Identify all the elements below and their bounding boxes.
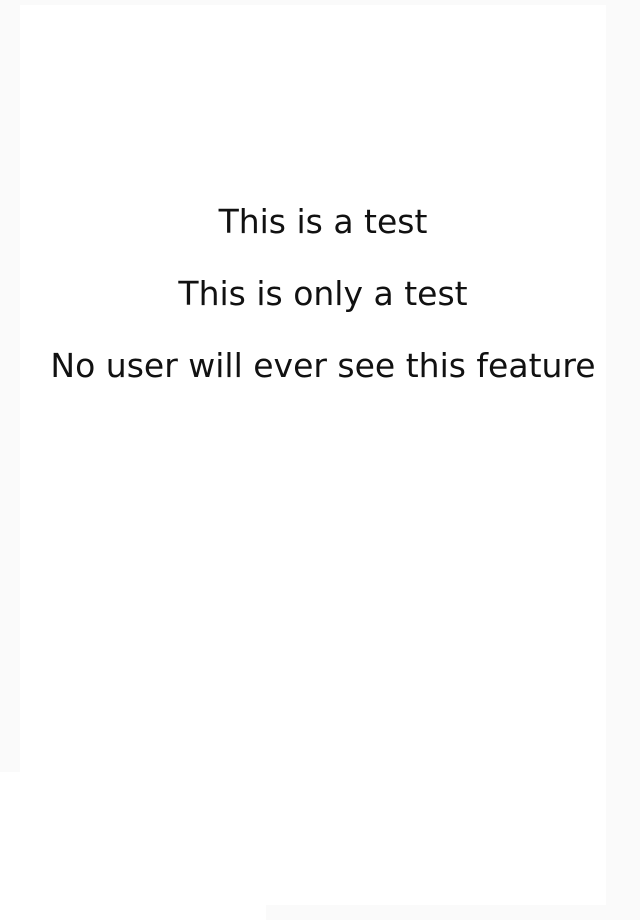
message-line-3: No user will ever see this feature bbox=[50, 346, 596, 385]
message-panel: This is a test This is only a test No us… bbox=[0, 0, 640, 920]
message-line-2: This is only a test bbox=[178, 274, 468, 313]
message-line-1: This is a test bbox=[218, 202, 428, 241]
